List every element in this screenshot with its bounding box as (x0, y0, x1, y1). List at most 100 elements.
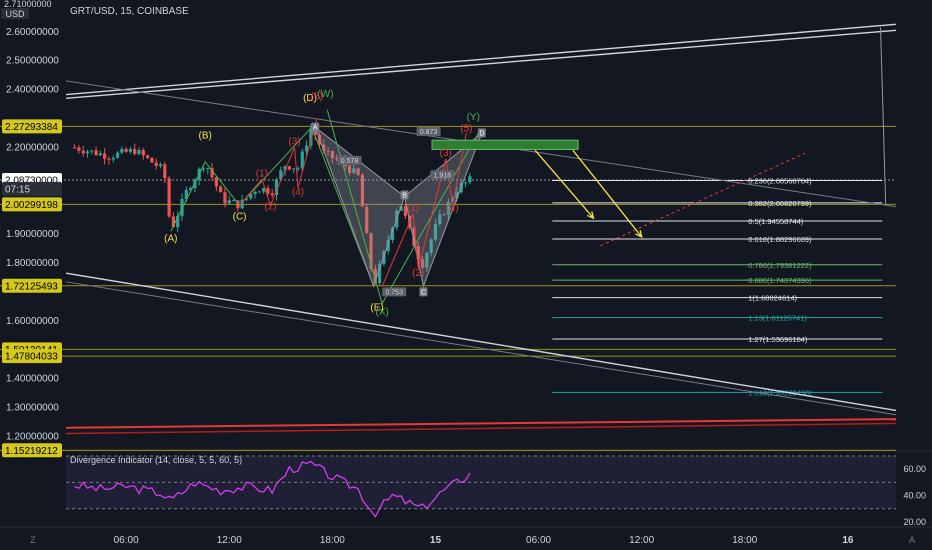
currency-label: USD (5, 9, 25, 19)
wave-label: (3) (440, 148, 452, 159)
candle-body (463, 182, 468, 184)
candle-body (90, 150, 94, 152)
ratio-text: 0.578 (341, 158, 359, 165)
price-tick: 1.90000000 (6, 229, 59, 240)
fib-level-label: 0.618(1.88296689) (748, 235, 812, 244)
oscillator-tick: 20.00 (903, 517, 926, 527)
price-tick: 1.30000000 (6, 403, 59, 414)
candle-body (103, 153, 107, 159)
pattern-point-label: D (477, 128, 486, 138)
candle-body (292, 168, 296, 170)
candle-body (257, 191, 261, 193)
wave-label: (4) (292, 187, 304, 198)
z-toggle-icon: Z (30, 535, 36, 545)
price-tag-text: 1.15219212 (5, 446, 58, 457)
ratio-label: 1.918 (430, 170, 455, 180)
candle-body (231, 200, 236, 202)
wave-label: (Y) (467, 112, 480, 123)
fib-level-label: 0.786(1.79381222) (748, 261, 812, 270)
price-tag-text: 1.72125493 (5, 281, 58, 292)
price-tick: 1.40000000 (6, 374, 59, 385)
candle-body (137, 149, 141, 154)
candle-body (300, 151, 304, 169)
pattern-point-text: C (421, 289, 426, 296)
candle-body (81, 150, 85, 154)
fib-level-label: 0.886(1.74074396) (748, 276, 812, 285)
price-tick: 2.40000000 (6, 85, 59, 96)
target-zone-box (431, 139, 579, 150)
time-tick: 06:00 (526, 535, 551, 546)
candle-body (158, 164, 163, 166)
candle-body (141, 149, 145, 156)
price-tick: 1.60000000 (6, 316, 59, 327)
fib-level-label: 1.27(1.53696184) (748, 335, 808, 344)
ratio-label: 0.578 (337, 155, 362, 165)
fib-level-label: 0.236(2.08568764) (748, 176, 812, 185)
candle-body (111, 157, 115, 160)
wave-label: (2) (412, 268, 424, 279)
wave-label: (3) (288, 137, 300, 148)
price-tick: 1.20000000 (6, 431, 59, 442)
ratio-label: 0.873 (416, 126, 441, 136)
candle-body (167, 178, 171, 217)
price-tag-text: 07:15 (5, 184, 30, 195)
candle-body (287, 166, 291, 170)
candle-body (146, 155, 150, 158)
candle-body (85, 151, 90, 154)
price-tag-text: 2.27293384 (5, 122, 58, 133)
candle-body (206, 168, 210, 170)
wave-label: (C) (233, 212, 247, 223)
fib-level-label: 1.13(1.61125741) (748, 314, 807, 323)
candle-body (120, 148, 124, 153)
candle-body (227, 200, 231, 204)
candle-body (270, 193, 274, 196)
wave-label: (4) (447, 203, 459, 214)
candle-body (214, 177, 218, 187)
time-tick: 16 (842, 535, 854, 546)
time-tick: 18:00 (320, 535, 345, 546)
price-top-label: 2.71000000 (4, 0, 52, 9)
ratio-text: 0.753 (385, 289, 403, 296)
chart-canvas[interactable]: 0.236(2.08568764) 0.382(2.00820799) 0.5(1.… (0, 0, 932, 550)
price-tick: 2.50000000 (6, 56, 59, 67)
candle-body (94, 150, 98, 156)
price-tick: 1.80000000 (6, 258, 59, 269)
price-tick: 2.20000000 (6, 142, 59, 153)
auto-scale-icon: A (909, 535, 915, 545)
candle-body (223, 192, 227, 204)
candle-body (124, 148, 128, 152)
fib-level-label: 1(1.68024614) (748, 294, 797, 303)
price-tag-text: 1.47804033 (5, 352, 58, 363)
pattern-point-label: B (400, 190, 409, 200)
oscillator-tick: 60.00 (903, 464, 926, 474)
wave-label: (1) (256, 168, 268, 179)
ratio-text: 1.918 (434, 172, 452, 179)
symbol-title: GRT/USD, 15, COINBASE (70, 6, 189, 17)
candle-body (163, 164, 167, 179)
price-tag-text: 2.00299198 (5, 200, 58, 211)
pattern-point-label: C (419, 287, 428, 297)
candle-body (133, 148, 137, 154)
oscillator-tick: 40.00 (903, 491, 926, 501)
ratio-label: 0.753 (382, 287, 407, 297)
wave-label: (A) (164, 233, 177, 244)
candle-body (98, 153, 102, 156)
indicator-title: Divergence Indicator (14, close, 5, 5, 6… (70, 455, 243, 465)
candle-body (253, 191, 257, 195)
pattern-point-text: B (402, 193, 407, 200)
price-axis: 2.71000000USD 2.60000000 2.50000000 2.40000… (1, 0, 62, 458)
candle-body (115, 152, 120, 158)
candle-body (77, 147, 81, 151)
price-tick: 2.60000000 (6, 27, 59, 38)
wave-label: (5) (460, 124, 472, 135)
time-tick: 12:00 (629, 535, 654, 546)
candle-body (201, 168, 206, 170)
wave-label: (1) (407, 203, 419, 214)
fib-level-label: 0.5(1.94558744) (748, 217, 804, 226)
wave-label: (5) (311, 92, 323, 103)
time-tick: 15 (430, 535, 442, 546)
pattern-point-text: D (479, 130, 484, 137)
time-tick: 06:00 (114, 535, 139, 546)
time-tick: 12:00 (217, 535, 242, 546)
pattern-point-label: A (311, 122, 320, 132)
